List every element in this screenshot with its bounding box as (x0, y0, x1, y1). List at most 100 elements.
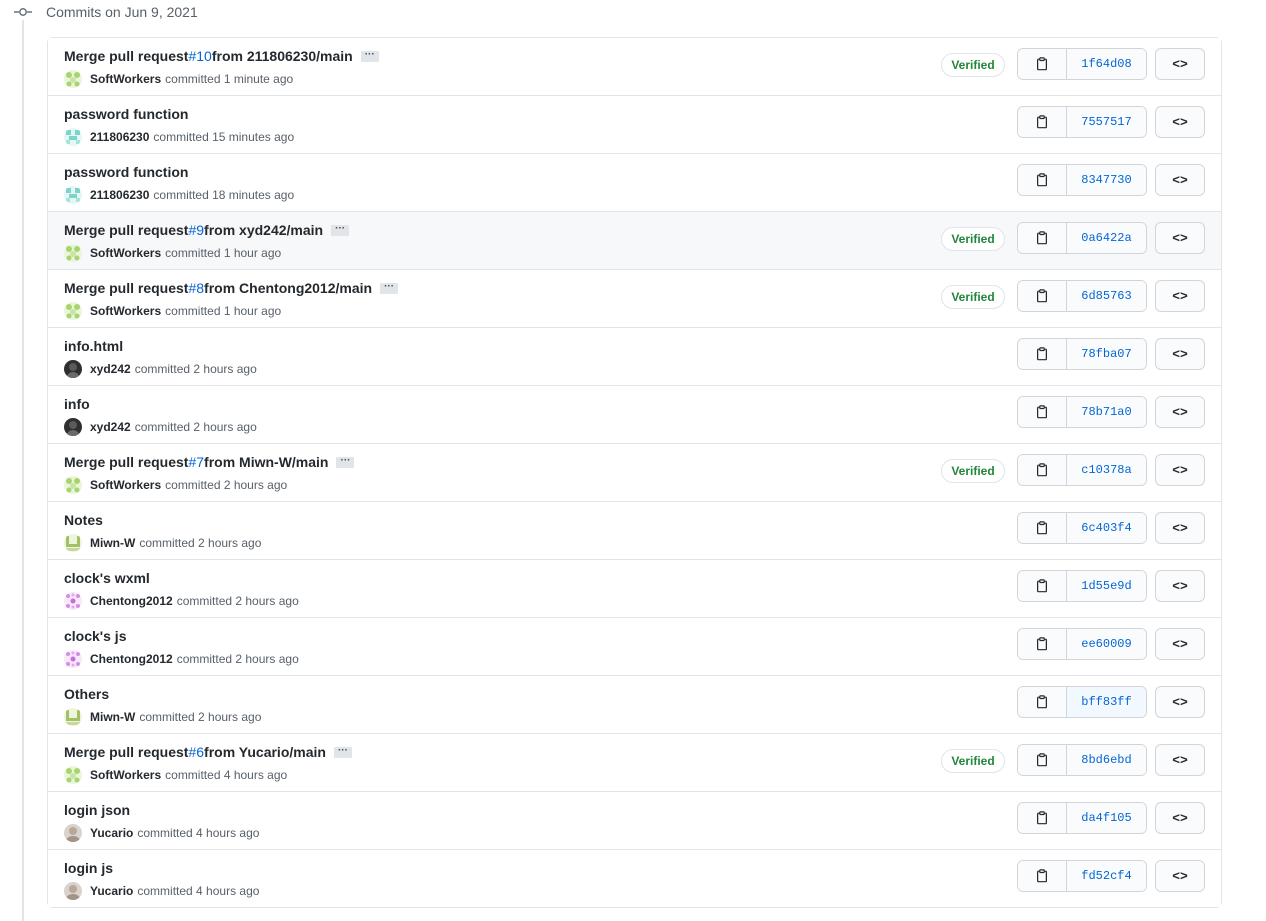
commit-author[interactable]: SoftWorkers (90, 72, 161, 86)
commit-sha-link[interactable]: 8347730 (1067, 165, 1146, 195)
commit-sha-link[interactable]: 8bd6ebd (1067, 745, 1146, 775)
expand-description-button[interactable]: ··· (360, 49, 379, 62)
avatar[interactable] (64, 534, 82, 552)
copy-sha-button[interactable] (1018, 165, 1067, 195)
browse-repo-button[interactable]: <> (1155, 164, 1205, 196)
avatar[interactable] (64, 302, 82, 320)
commit-sha-link[interactable]: 6c403f4 (1067, 513, 1146, 543)
commit-author[interactable]: SoftWorkers (90, 478, 161, 492)
copy-sha-button[interactable] (1018, 861, 1067, 891)
commit-message-suffix[interactable]: from Miwn-W/main (204, 454, 328, 470)
commit-author[interactable]: Miwn-W (90, 536, 135, 550)
copy-sha-button[interactable] (1018, 281, 1067, 311)
commit-author[interactable]: 211806230 (90, 130, 149, 144)
avatar[interactable] (64, 128, 82, 146)
avatar[interactable] (64, 244, 82, 262)
browse-repo-button[interactable]: <> (1155, 802, 1205, 834)
verified-badge[interactable]: Verified (941, 459, 1005, 483)
copy-sha-button[interactable] (1018, 223, 1067, 253)
browse-repo-button[interactable]: <> (1155, 222, 1205, 254)
commit-message-link[interactable]: Merge pull request (64, 744, 188, 760)
commit-author[interactable]: SoftWorkers (90, 768, 161, 782)
commit-author[interactable]: Yucario (90, 826, 133, 840)
commit-sha-link[interactable]: c10378a (1067, 455, 1146, 485)
copy-sha-button[interactable] (1018, 455, 1067, 485)
browse-repo-button[interactable]: <> (1155, 686, 1205, 718)
commit-message-link[interactable]: clock's wxml (64, 570, 150, 586)
copy-sha-button[interactable] (1018, 49, 1067, 79)
commit-message-suffix[interactable]: from xyd242/main (204, 222, 323, 238)
commit-message-link[interactable]: Others (64, 686, 109, 702)
commit-sha-link[interactable]: 1f64d08 (1067, 49, 1146, 79)
commit-author[interactable]: SoftWorkers (90, 246, 161, 260)
browse-repo-button[interactable]: <> (1155, 570, 1205, 602)
pull-request-link[interactable]: #9 (188, 222, 204, 238)
copy-sha-button[interactable] (1018, 339, 1067, 369)
browse-repo-button[interactable]: <> (1155, 512, 1205, 544)
expand-description-button[interactable]: ··· (336, 455, 355, 468)
verified-badge[interactable]: Verified (941, 285, 1005, 309)
commit-sha-link[interactable]: fd52cf4 (1067, 861, 1146, 891)
browse-repo-button[interactable]: <> (1155, 280, 1205, 312)
pull-request-link[interactable]: #8 (188, 280, 204, 296)
copy-sha-button[interactable] (1018, 513, 1067, 543)
commit-message-link[interactable]: Merge pull request (64, 454, 188, 470)
browse-repo-button[interactable]: <> (1155, 48, 1205, 80)
commit-message-link[interactable]: info (64, 396, 90, 412)
copy-sha-button[interactable] (1018, 745, 1067, 775)
browse-repo-button[interactable]: <> (1155, 860, 1205, 892)
commit-message-link[interactable]: password function (64, 106, 188, 122)
verified-badge[interactable]: Verified (941, 227, 1005, 251)
avatar[interactable] (64, 824, 82, 842)
commit-message-link[interactable]: login js (64, 860, 113, 876)
expand-description-button[interactable]: ··· (333, 745, 352, 758)
verified-badge[interactable]: Verified (941, 53, 1005, 77)
commit-sha-link[interactable]: 7557517 (1067, 107, 1146, 137)
avatar[interactable] (64, 476, 82, 494)
commit-message-link[interactable]: info.html (64, 338, 123, 354)
commit-message-link[interactable]: Merge pull request (64, 222, 188, 238)
copy-sha-button[interactable] (1018, 803, 1067, 833)
commit-sha-link[interactable]: 0a6422a (1067, 223, 1146, 253)
commit-author[interactable]: Chentong2012 (90, 594, 173, 608)
avatar[interactable] (64, 708, 82, 726)
avatar[interactable] (64, 186, 82, 204)
avatar[interactable] (64, 418, 82, 436)
avatar[interactable] (64, 882, 82, 900)
browse-repo-button[interactable]: <> (1155, 338, 1205, 370)
commit-message-link[interactable]: Merge pull request (64, 48, 188, 64)
browse-repo-button[interactable]: <> (1155, 628, 1205, 660)
copy-sha-button[interactable] (1018, 107, 1067, 137)
commit-author[interactable]: Chentong2012 (90, 652, 173, 666)
copy-sha-button[interactable] (1018, 687, 1067, 717)
pull-request-link[interactable]: #10 (188, 48, 211, 64)
copy-sha-button[interactable] (1018, 397, 1067, 427)
commit-author[interactable]: 211806230 (90, 188, 149, 202)
commit-sha-link[interactable]: 78fba07 (1067, 339, 1146, 369)
commit-author[interactable]: xyd242 (90, 362, 131, 376)
commit-message-link[interactable]: password function (64, 164, 188, 180)
commit-message-link[interactable]: Merge pull request (64, 280, 188, 296)
commit-sha-link[interactable]: bff83ff (1067, 687, 1146, 717)
commit-message-suffix[interactable]: from Chentong2012/main (204, 280, 372, 296)
browse-repo-button[interactable]: <> (1155, 106, 1205, 138)
avatar[interactable] (64, 70, 82, 88)
avatar[interactable] (64, 650, 82, 668)
commit-message-link[interactable]: Notes (64, 512, 103, 528)
copy-sha-button[interactable] (1018, 571, 1067, 601)
browse-repo-button[interactable]: <> (1155, 744, 1205, 776)
commit-message-suffix[interactable]: from 211806230/main (212, 48, 353, 64)
commit-sha-link[interactable]: da4f105 (1067, 803, 1146, 833)
browse-repo-button[interactable]: <> (1155, 396, 1205, 428)
commit-sha-link[interactable]: ee60009 (1067, 629, 1146, 659)
commit-author[interactable]: Yucario (90, 884, 133, 898)
commit-message-link[interactable]: login json (64, 802, 130, 818)
pull-request-link[interactable]: #6 (188, 744, 204, 760)
browse-repo-button[interactable]: <> (1155, 454, 1205, 486)
avatar[interactable] (64, 592, 82, 610)
verified-badge[interactable]: Verified (941, 749, 1005, 773)
expand-description-button[interactable]: ··· (331, 223, 350, 236)
avatar[interactable] (64, 360, 82, 378)
expand-description-button[interactable]: ··· (380, 281, 399, 294)
commit-sha-link[interactable]: 1d55e9d (1067, 571, 1146, 601)
